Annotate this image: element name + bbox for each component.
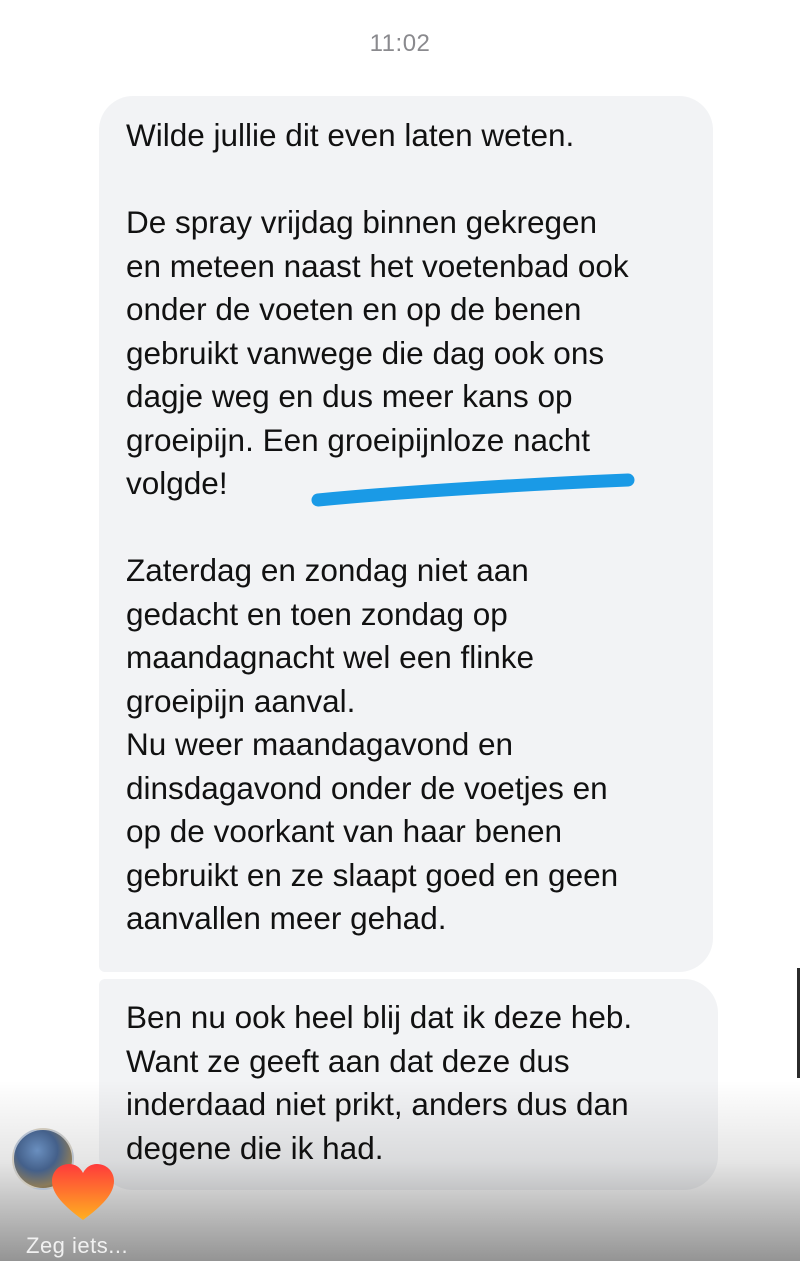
text-line: groeipijn aanval. — [126, 682, 356, 719]
text-line: Zaterdag en zondag niet aan — [126, 552, 529, 588]
text-line: De spray vrijdag binnen gekregen — [126, 204, 598, 240]
text-line: Nu weer maandagavond en — [126, 726, 514, 762]
text-line: gebruikt vanwege die dag ook ons — [126, 334, 605, 371]
reply-input[interactable]: Zeg iets... — [26, 1233, 128, 1259]
text-line: degene die ik had. — [126, 1129, 384, 1166]
message-bubble-2: Ben nu ook heel blij dat ik deze heb. Wa… — [99, 979, 718, 1190]
message-1-paragraph-1: Wilde jullie dit even laten weten. — [126, 114, 693, 158]
text-line: groeipijn. Een groeipijnloze nacht — [126, 421, 591, 458]
text-line: dinsdagavond onder de voetjes en — [126, 769, 608, 806]
text-line: dagje weg en dus meer kans op — [126, 378, 573, 414]
message-1-paragraph-3: Zaterdag en zondag niet aan gedacht en t… — [126, 549, 693, 723]
text-line: maandagnacht wel een flinke — [126, 639, 535, 675]
text-line: volgde! — [126, 465, 228, 501]
message-bubble-1: Wilde jullie dit even laten weten. De sp… — [99, 96, 713, 972]
text-line: aanvallen meer gehad. — [126, 900, 447, 936]
text-line: Ben nu ook heel blij dat ik deze heb. — [126, 999, 633, 1035]
text-line: gedacht en toen zondag op — [126, 595, 508, 632]
text-line: en meteen naast het voetenbad ook — [126, 247, 629, 284]
text-line: inderdaad niet prikt, anders dus dan — [126, 1086, 629, 1122]
text-line: onder de voeten en op de benen — [126, 291, 582, 327]
text-line: gebruikt en ze slaapt goed en geen — [126, 856, 619, 893]
text-line: Want ze geeft aan dat deze dus — [126, 1042, 570, 1079]
message-1-paragraph-4: Nu weer maandagavond en dinsdagavond ond… — [126, 723, 693, 941]
heart-icon[interactable] — [50, 1162, 116, 1224]
text-line: op de voorkant van haar benen — [126, 813, 563, 849]
message-timestamp: 11:02 — [369, 30, 431, 57]
message-1-paragraph-2: De spray vrijdag binnen gekregen en mete… — [126, 201, 693, 506]
text-line: Wilde jullie dit even laten weten. — [126, 117, 575, 153]
